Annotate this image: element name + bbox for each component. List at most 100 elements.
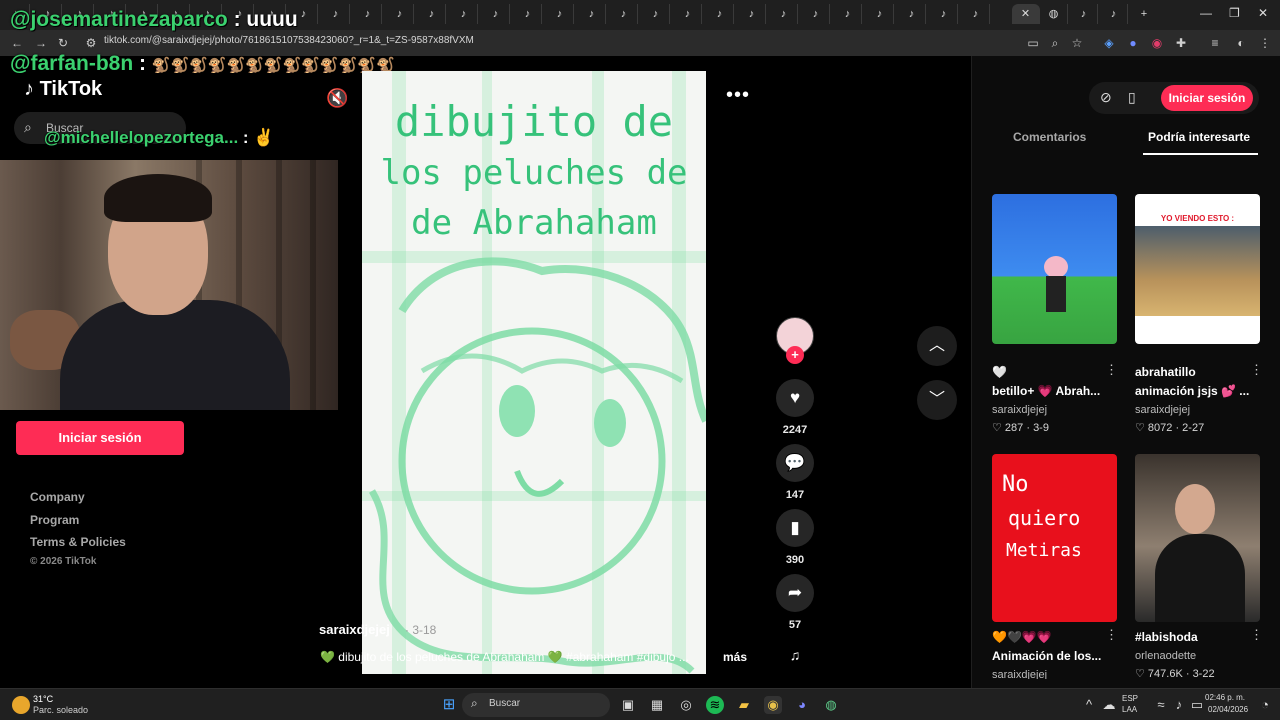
footer-link-terms[interactable]: Terms & Policies <box>30 535 126 549</box>
tab-comments[interactable]: Comentarios <box>1013 130 1086 144</box>
video-thumbnail[interactable] <box>1135 454 1260 622</box>
forward-icon[interactable]: → <box>34 36 48 50</box>
share-icon[interactable]: ➦ <box>776 574 814 612</box>
browser-tab[interactable]: ♪ <box>802 4 830 24</box>
card-title[interactable]: #labishoda <box>1135 630 1198 644</box>
card-username[interactable]: orlenaodette <box>1135 650 1196 662</box>
notifications-icon[interactable]: ◔ <box>1256 696 1274 714</box>
card-menu-icon[interactable]: ⋮ <box>1250 627 1263 643</box>
zoom-icon[interactable]: ⌕ <box>1048 36 1062 50</box>
menu-kebab-icon[interactable]: ⋮ <box>1258 36 1272 50</box>
browser-tab[interactable]: ♪ <box>674 4 702 24</box>
clock-time[interactable]: 02:46 p. m. <box>1205 693 1245 702</box>
task-view-icon[interactable]: ▣ <box>619 696 637 714</box>
browser-tab[interactable]: ♪ <box>450 4 478 24</box>
browser-tab[interactable]: ♪ <box>610 4 638 24</box>
tiktok-logo[interactable]: ♪ TikTok <box>24 78 102 101</box>
windows-start-icon[interactable]: ⊞ <box>440 696 458 714</box>
footer-link-company[interactable]: Company <box>30 490 85 504</box>
card-username[interactable]: saraixdjejej <box>992 404 1047 416</box>
spotify-icon[interactable]: ≋ <box>706 696 724 714</box>
video-thumbnail[interactable] <box>992 194 1117 344</box>
device-icon[interactable]: ▯ <box>1128 89 1136 106</box>
comment-icon[interactable]: 💬 <box>776 444 814 482</box>
get-coins-icon[interactable]: ⊘ <box>1100 89 1112 106</box>
back-icon[interactable]: ← <box>10 36 24 50</box>
taskbar-search[interactable]: ⌕ Buscar <box>462 693 610 717</box>
browser-tab[interactable]: ♪ <box>418 4 446 24</box>
profile-avatar[interactable]: ◐ <box>1234 36 1248 50</box>
keyboard-layout[interactable]: LAA <box>1122 705 1137 714</box>
wifi-icon[interactable]: ≈ <box>1152 696 1170 714</box>
chrome-icon[interactable]: ◉ <box>764 696 782 714</box>
browser-tab[interactable]: ♪ <box>514 4 542 24</box>
reload-icon[interactable]: ↻ <box>56 36 70 50</box>
browser-tab[interactable]: ♪ <box>578 4 606 24</box>
browser-tab[interactable]: ♪ <box>930 4 958 24</box>
browser-tab[interactable]: ♪ <box>546 4 574 24</box>
browser-tab[interactable]: ♪ <box>706 4 734 24</box>
tab-recommended[interactable]: Podría interesarte <box>1148 130 1250 144</box>
language-code[interactable]: ESP <box>1122 694 1138 703</box>
music-disc-icon[interactable]: ♫ <box>780 640 810 670</box>
browser-tab[interactable]: ♪ <box>962 4 990 24</box>
discord-icon[interactable]: ◕ <box>793 696 811 714</box>
like-heart-icon[interactable]: ♥ <box>776 379 814 417</box>
media-icon[interactable]: ≡ <box>1208 36 1222 50</box>
volume-icon[interactable]: ♪ <box>1170 696 1188 714</box>
caption-more-link[interactable]: más <box>723 650 747 664</box>
browser-tab[interactable]: ◍ <box>1040 4 1068 24</box>
browser-tab[interactable]: ♪ <box>642 4 670 24</box>
extensions-puzzle-icon[interactable]: ✚ <box>1174 36 1188 50</box>
browser-tab[interactable]: ♪ <box>354 4 382 24</box>
card-menu-icon[interactable]: ⋮ <box>1250 362 1263 378</box>
url-text[interactable]: tiktok.com/@saraixdjejej/photo/761861510… <box>104 35 474 46</box>
card-username[interactable]: saraixdjejej <box>1135 404 1190 416</box>
github-icon[interactable]: ◎ <box>677 696 695 714</box>
video-thumbnail[interactable]: No quiero Metiras <box>992 454 1117 622</box>
site-info-icon[interactable]: ⚙ <box>84 36 98 50</box>
browser-tab[interactable]: ♪ <box>1100 4 1128 24</box>
extension-icon[interactable]: ◉ <box>1150 36 1164 50</box>
mute-icon[interactable]: 🔇 <box>326 88 348 109</box>
new-tab-icon[interactable]: + <box>1130 4 1158 24</box>
previous-video-chevron-up-icon[interactable]: ︿ <box>917 326 957 366</box>
browser-tab[interactable]: ♪ <box>322 4 350 24</box>
extension-icon[interactable]: ◈ <box>1102 36 1116 50</box>
video-player[interactable]: dibujito de los peluches de de Abrahaham <box>362 71 706 674</box>
widgets-icon[interactable]: ▦ <box>648 696 666 714</box>
card-subtitle[interactable]: Animación de los... <box>992 649 1101 663</box>
card-subtitle[interactable]: animación jsjs 💕 ... <box>1135 384 1249 398</box>
minimize-icon[interactable]: — <box>1200 6 1212 20</box>
active-tab-close-icon[interactable]: ✕ <box>1012 4 1040 24</box>
bookmark-icon[interactable]: ▮ <box>776 509 814 547</box>
login-button[interactable]: Iniciar sesión <box>16 421 184 455</box>
follow-plus-icon[interactable]: + <box>786 346 804 364</box>
close-window-icon[interactable]: ✕ <box>1258 6 1268 20</box>
battery-icon[interactable]: ▭ <box>1188 696 1206 714</box>
next-video-chevron-down-icon[interactable]: ﹀ <box>917 380 957 420</box>
restore-icon[interactable]: ❐ <box>1229 6 1240 20</box>
card-username[interactable]: saraixdjejej <box>992 669 1047 679</box>
extension-icon[interactable]: ● <box>1126 36 1140 50</box>
card-subtitle[interactable]: betillo+ 💗 Abrah... <box>992 384 1100 398</box>
more-options-icon[interactable]: ••• <box>726 84 750 107</box>
install-icon[interactable]: ▭ <box>1026 36 1040 50</box>
globe-icon[interactable]: ◍ <box>822 696 840 714</box>
file-explorer-icon[interactable]: ▰ <box>735 696 753 714</box>
browser-tab[interactable]: ♪ <box>898 4 926 24</box>
browser-tab[interactable]: ♪ <box>482 4 510 24</box>
browser-tab[interactable]: ♪ <box>834 4 862 24</box>
card-menu-icon[interactable]: ⋮ <box>1105 362 1118 378</box>
video-thumbnail[interactable]: YO VIENDO ESTO : <box>1135 194 1260 344</box>
tray-chevron-up-icon[interactable]: ^ <box>1080 696 1098 714</box>
browser-tab[interactable]: ♪ <box>386 4 414 24</box>
bookmark-star-icon[interactable]: ☆ <box>1070 36 1084 50</box>
card-menu-icon[interactable]: ⋮ <box>1105 627 1118 643</box>
footer-link-program[interactable]: Program <box>30 513 79 527</box>
weather-icon[interactable] <box>12 696 30 714</box>
login-button-top[interactable]: Iniciar sesión <box>1161 85 1253 111</box>
browser-tab[interactable]: ♪ <box>1070 4 1098 24</box>
browser-tab[interactable]: ♪ <box>866 4 894 24</box>
browser-tab[interactable]: ♪ <box>770 4 798 24</box>
